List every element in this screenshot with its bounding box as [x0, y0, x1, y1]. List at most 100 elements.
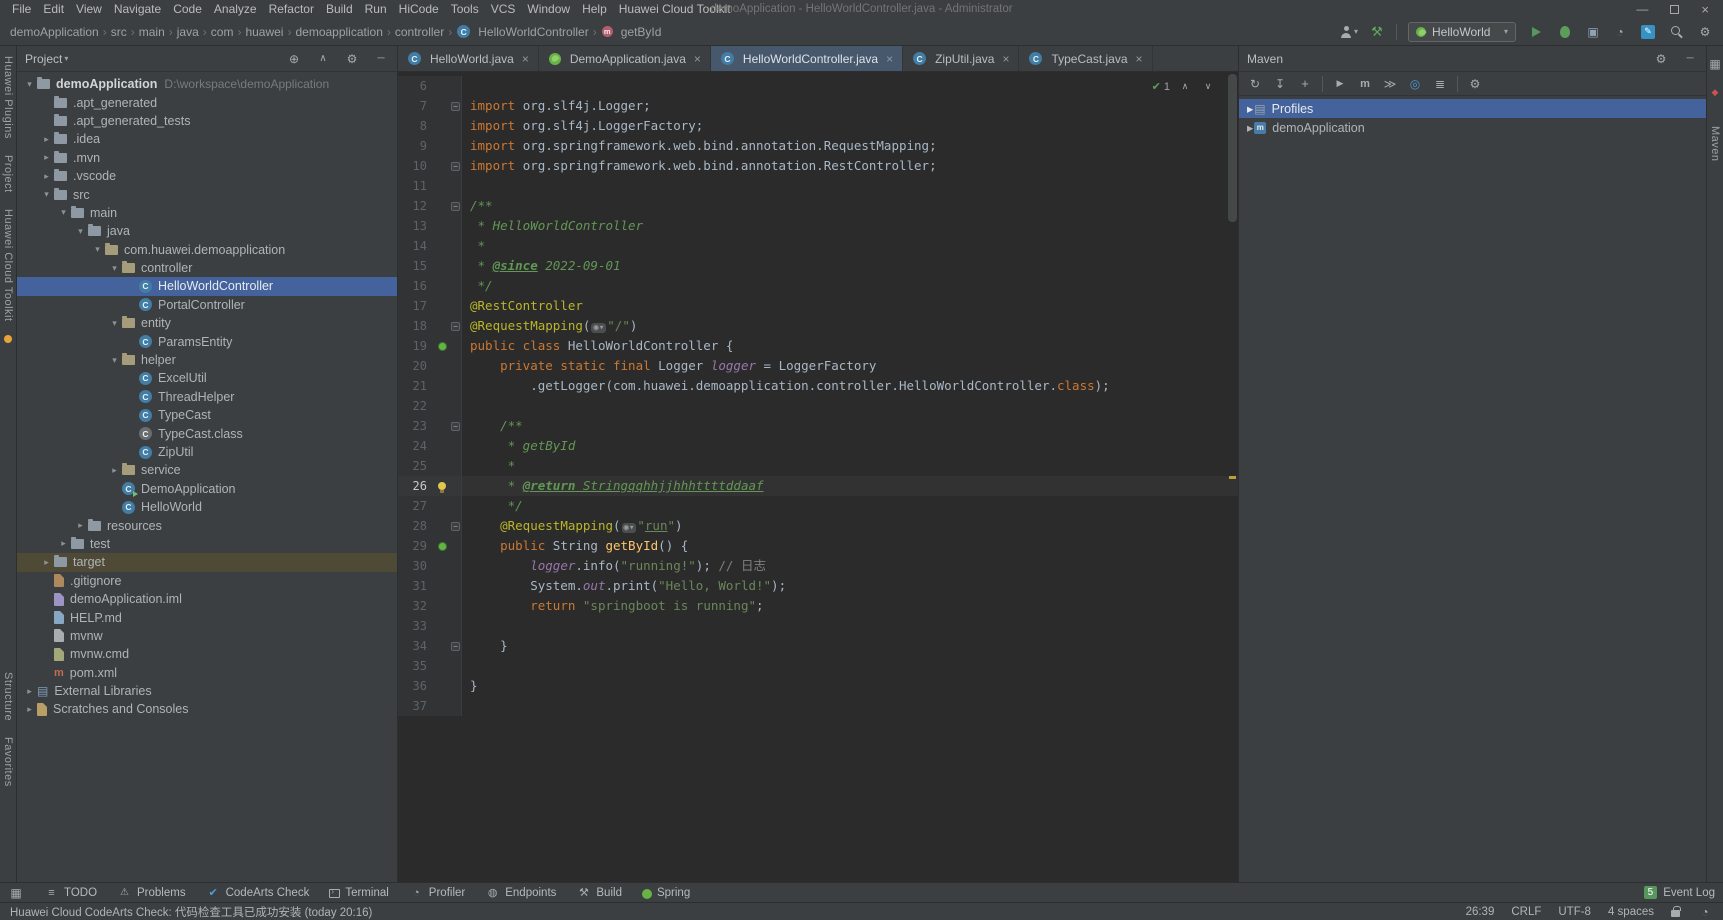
- code-line-22[interactable]: 22: [398, 396, 1238, 416]
- menu-vcs[interactable]: VCS: [485, 2, 522, 16]
- code-line-23[interactable]: 23 /**: [398, 416, 1238, 436]
- breadcrumb-item-huawei[interactable]: huawei: [245, 25, 283, 39]
- toolwindow-button-endpoints[interactable]: Endpoints: [485, 886, 556, 899]
- profiler-button[interactable]: [1612, 24, 1628, 40]
- caret-position[interactable]: 26:39: [1466, 906, 1495, 918]
- fold-marker-icon[interactable]: [451, 521, 460, 531]
- offline-mode-icon[interactable]: [1407, 76, 1423, 92]
- tree-item-target[interactable]: ▸ target: [17, 553, 397, 572]
- maven-settings-icon[interactable]: [1467, 76, 1483, 92]
- prev-issue-icon[interactable]: [1177, 78, 1193, 94]
- tree-item-entity[interactable]: ▾ entity: [17, 314, 397, 332]
- tab-ziputil-java[interactable]: ZipUtil.java ×: [903, 46, 1020, 71]
- code-line-18[interactable]: 18 @RequestMapping(◉▾"/"): [398, 316, 1238, 336]
- code-line-26[interactable]: 26 * @return Stringqqhhjjhhhttttddaaf: [398, 476, 1238, 496]
- code-line-17[interactable]: 17 @RestController: [398, 296, 1238, 316]
- skip-tests-icon[interactable]: [1382, 76, 1398, 92]
- tree-item-typecast-class[interactable]: TypeCast.class: [17, 424, 397, 442]
- menu-refactor[interactable]: Refactor: [263, 2, 320, 16]
- code-line-20[interactable]: 20 private static final Logger logger = …: [398, 356, 1238, 376]
- edit-mode-icon[interactable]: [1639, 23, 1657, 41]
- tree-item-pom-xml[interactable]: pom.xml: [17, 664, 397, 682]
- code-line-16[interactable]: 16 */: [398, 276, 1238, 296]
- breadcrumb-item-main[interactable]: main: [139, 25, 165, 39]
- debug-button[interactable]: [1556, 23, 1574, 41]
- tree-item-idea[interactable]: ▸ .idea: [17, 130, 397, 148]
- code-line-13[interactable]: 13 * HelloWorldController: [398, 216, 1238, 236]
- code-line-12[interactable]: 12 /**: [398, 196, 1238, 216]
- toolwindow-button-problems[interactable]: Problems: [117, 887, 186, 899]
- maven-node-demoapplication[interactable]: ▸ demoApplication: [1239, 118, 1706, 137]
- code-line-37[interactable]: 37: [398, 696, 1238, 716]
- menu-build[interactable]: Build: [320, 2, 359, 16]
- tab-demoapplication-java[interactable]: DemoApplication.java ×: [539, 46, 711, 71]
- tab-close-icon[interactable]: ×: [694, 52, 701, 66]
- fold-marker-icon[interactable]: [451, 641, 460, 651]
- editor-scrollbar[interactable]: [1226, 72, 1238, 882]
- tree-item-scratches-and-consoles[interactable]: ▸ Scratches and Consoles: [17, 700, 397, 718]
- tree-item-apt-generated[interactable]: .apt_generated: [17, 93, 397, 111]
- tree-item-mvn[interactable]: ▸ .mvn: [17, 149, 397, 167]
- fold-marker-icon[interactable]: [451, 201, 460, 211]
- next-issue-icon[interactable]: [1200, 78, 1216, 94]
- tab-close-icon[interactable]: ×: [1002, 52, 1009, 66]
- tab-helloworld-java[interactable]: HelloWorld.java ×: [398, 46, 539, 71]
- tool-stripe-huawei-cloud-toolkit[interactable]: Huawei Cloud Toolkit: [2, 209, 14, 322]
- reimport-maven-icon[interactable]: [1247, 76, 1263, 92]
- breadcrumb-item-helloworldcontroller[interactable]: HelloWorldController: [456, 25, 589, 39]
- fold-marker-icon[interactable]: [451, 421, 460, 431]
- user-profile-icon[interactable]: ▾: [1340, 23, 1358, 41]
- code-line-10[interactable]: 10 import org.springframework.web.bind.an…: [398, 156, 1238, 176]
- indent-size[interactable]: 4 spaces: [1608, 906, 1654, 918]
- tree-item-apt-generated-tests[interactable]: .apt_generated_tests: [17, 112, 397, 130]
- line-separator[interactable]: CRLF: [1511, 906, 1541, 918]
- collapse-all-icon[interactable]: [315, 51, 331, 67]
- tree-item-threadhelper[interactable]: ThreadHelper: [17, 388, 397, 406]
- file-encoding[interactable]: UTF-8: [1558, 906, 1591, 918]
- gear-icon[interactable]: [344, 51, 360, 67]
- hide-panel-icon[interactable]: [373, 51, 389, 67]
- minimize-button[interactable]: —: [1636, 2, 1648, 16]
- menu-view[interactable]: View: [70, 2, 108, 16]
- toolwindow-button-profiler[interactable]: Profiler: [409, 887, 465, 899]
- breadcrumb-item-com[interactable]: com: [211, 25, 234, 39]
- tab-close-icon[interactable]: ×: [886, 52, 893, 66]
- memory-indicator-icon[interactable]: [1697, 904, 1713, 920]
- menu-help[interactable]: Help: [576, 2, 613, 16]
- code-line-24[interactable]: 24 * getById: [398, 436, 1238, 456]
- notification-dot[interactable]: [4, 335, 12, 344]
- menu-tools[interactable]: Tools: [445, 2, 485, 16]
- tree-item-com-huawei-demoapplication[interactable]: ▾ com.huawei.demoapplication: [17, 241, 397, 259]
- tree-item-service[interactable]: ▸ service: [17, 461, 397, 479]
- code-line-32[interactable]: 32 return "springboot is running";: [398, 596, 1238, 616]
- code-line-33[interactable]: 33: [398, 616, 1238, 636]
- tree-item-helloworld[interactable]: HelloWorld: [17, 498, 397, 516]
- toolwindow-button-terminal[interactable]: Terminal: [329, 887, 389, 899]
- chevron-down-icon[interactable]: ▾: [64, 54, 68, 63]
- spring-bean-gutter-icon[interactable]: [437, 541, 447, 551]
- code-line-7[interactable]: 7 import org.slf4j.Logger;: [398, 96, 1238, 116]
- run-button[interactable]: [1527, 23, 1545, 41]
- tab-helloworldcontroller-java[interactable]: HelloWorldController.java ×: [710, 46, 904, 71]
- tree-item-helper[interactable]: ▾ helper: [17, 351, 397, 369]
- maximize-button[interactable]: [1670, 4, 1680, 14]
- breadcrumb-item-demoapplication[interactable]: demoApplication: [10, 25, 99, 39]
- tree-item-ziputil[interactable]: ZipUtil: [17, 443, 397, 461]
- coverage-button[interactable]: [1585, 24, 1601, 40]
- tree-item-test[interactable]: ▸ test: [17, 535, 397, 553]
- fold-marker-icon[interactable]: [451, 161, 460, 171]
- status-message[interactable]: Huawei Cloud CodeArts Check: 代码检查工具已成功安装…: [10, 904, 372, 920]
- code-line-9[interactable]: 9 import org.springframework.web.bind.ann…: [398, 136, 1238, 156]
- tree-item-controller[interactable]: ▾ controller: [17, 259, 397, 277]
- tab-close-icon[interactable]: ×: [1136, 52, 1143, 66]
- tool-stripe-maven[interactable]: Maven: [1709, 126, 1721, 162]
- code-line-25[interactable]: 25 *: [398, 456, 1238, 476]
- hide-panel-icon[interactable]: [1682, 51, 1698, 67]
- code-line-11[interactable]: 11: [398, 176, 1238, 196]
- warning-stripe-mark[interactable]: [1229, 476, 1236, 479]
- readonly-lock-icon[interactable]: [1671, 906, 1681, 917]
- notifications-icon[interactable]: [1707, 84, 1723, 100]
- toolwindow-button-todo[interactable]: TODO: [44, 887, 97, 899]
- toolwindow-button-codearts-check[interactable]: CodeArts Check: [206, 886, 310, 899]
- code-line-36[interactable]: 36}: [398, 676, 1238, 696]
